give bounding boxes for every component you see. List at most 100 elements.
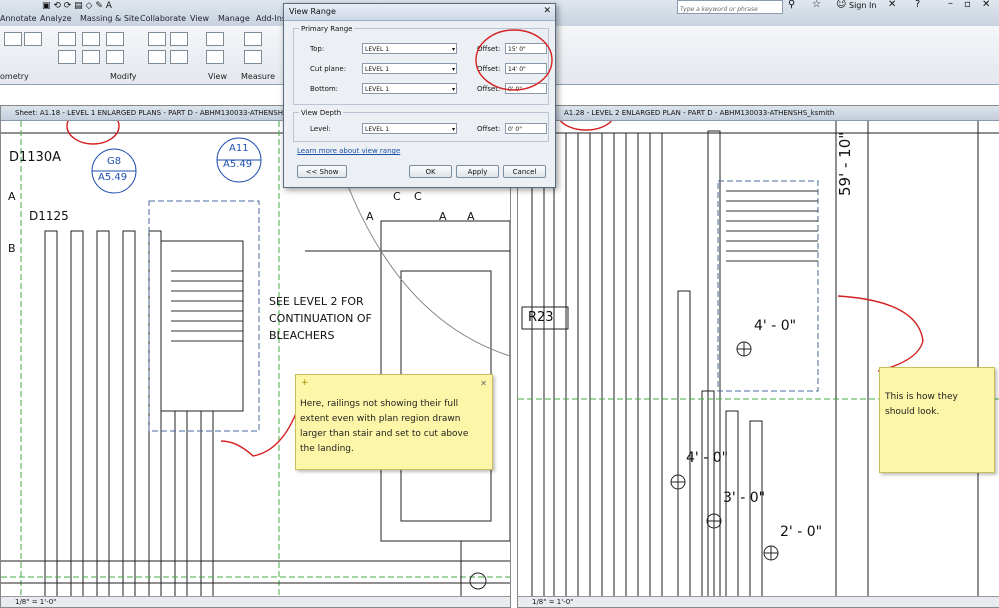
mid-tag-3: C (414, 190, 422, 203)
note-right-text: This is how they should look. (885, 392, 958, 417)
ribbon-tool-9[interactable] (148, 32, 166, 46)
dim-4: 2' - 0" (780, 524, 823, 540)
dialog-close-icon[interactable]: ✕ (543, 6, 551, 16)
tag-g8-top: G8 (107, 156, 122, 167)
cut-plane-select-value: LEVEL 1 (365, 66, 390, 73)
menu-collaborate[interactable]: Collaborate (140, 14, 186, 23)
tag-d1130a: D1130A (9, 150, 61, 165)
right-view-title: A1.28 - LEVEL 2 ENLARGED PLAN - PART D -… (518, 106, 999, 121)
ribbon-tool-2[interactable] (24, 32, 42, 46)
level-offset-field[interactable]: 0' 0" (505, 123, 547, 134)
primary-range-label: Primary Range (299, 25, 355, 33)
window-restore-icon[interactable]: ▫ (964, 0, 971, 10)
ribbon-tool-15[interactable] (244, 32, 262, 46)
bottom-select[interactable]: LEVEL 1 ▾ (362, 83, 457, 94)
cut-plane-select[interactable]: LEVEL 1 ▾ (362, 63, 457, 74)
note-left-plus-icon[interactable]: + (301, 376, 309, 391)
view-range-dialog: View Range ✕ Primary Range Top: LEVEL 1 ▾… (283, 3, 556, 188)
ribbon-tool-14[interactable] (206, 50, 224, 64)
offset-circle-annotation (475, 29, 553, 91)
search-placeholder: Type a keyword or phrase (680, 6, 758, 13)
left-view-control-bar: 1/8" = 1'-0" (1, 596, 510, 607)
note-right[interactable]: This is how they should look. (879, 367, 995, 473)
note-left-text: Here, railings not showing their full ex… (300, 399, 469, 454)
tag-g8-bottom: A5.49 (98, 172, 128, 183)
top-select-value: LEVEL 1 (365, 46, 390, 53)
ribbon-tool-7[interactable] (82, 50, 100, 64)
level-select-value: LEVEL 1 (365, 126, 390, 133)
see-note-line-3: BLEACHERS (269, 329, 335, 342)
see-level-2-note: SEE LEVEL 2 FOR CONTINUATION OF BLEACHER… (269, 293, 372, 344)
learn-more-link[interactable]: Learn more about view range (297, 147, 400, 155)
ribbon-tool-8[interactable] (106, 50, 124, 64)
ribbon-tool-4[interactable] (82, 32, 100, 46)
panel-measure-label: Measure (241, 72, 275, 81)
menu-view[interactable]: View (190, 14, 209, 23)
tag-a11-bottom: A5.49 (223, 159, 253, 170)
level-select[interactable]: LEVEL 1 ▾ (362, 123, 457, 134)
mid-tag-2: C (393, 190, 401, 203)
cancel-button[interactable]: Cancel (503, 165, 546, 178)
help-icon[interactable]: ? (915, 0, 920, 10)
dialog-title: View Range (284, 4, 555, 21)
grid-tag-b: B (8, 242, 16, 255)
ribbon-tool-3[interactable] (58, 32, 76, 46)
menu-analyze[interactable]: Analyze (40, 14, 72, 23)
star-icon[interactable]: ☆ (812, 0, 821, 10)
level-offset-label: Offset: (477, 125, 501, 133)
ribbon-tool-1[interactable] (4, 32, 22, 46)
bottom-select-value: LEVEL 1 (365, 86, 390, 93)
ribbon-tool-13[interactable] (206, 32, 224, 46)
tag-d1125: D1125 (29, 209, 69, 223)
user-icon: ☺ (836, 0, 847, 10)
ribbon-tool-12[interactable] (170, 50, 188, 64)
menu-massing-site[interactable]: Massing & Site (80, 14, 139, 23)
tag-a11-top: A11 (229, 143, 249, 154)
left-view-drawing[interactable] (1, 121, 510, 597)
mid-tag-1: A (366, 210, 374, 223)
see-note-line-1: SEE LEVEL 2 FOR (269, 295, 364, 308)
right-view-control-bar: 1/8" = 1'-0" (518, 596, 999, 607)
panel-modify-label: Modify (110, 72, 137, 81)
mid-tag-4: A (439, 210, 447, 223)
sign-in-link[interactable]: Sign In (849, 1, 876, 10)
right-view-scale[interactable]: 1/8" = 1'-0" (532, 598, 573, 606)
search-input[interactable]: Type a keyword or phrase (677, 0, 783, 14)
view-depth-label: View Depth (299, 109, 344, 117)
window-close-icon[interactable]: ✕ (982, 0, 990, 10)
quick-access-icons[interactable]: ▣ ⟲ ⟳ ▤ ◇ ✎ Α (42, 1, 112, 11)
room-tag-r23: R23 (528, 310, 554, 325)
ribbon-tool-6[interactable] (58, 50, 76, 64)
window-minimize-icon[interactable]: – (948, 0, 953, 9)
level-offset-value: 0' 0" (508, 126, 522, 133)
menu-annotate[interactable]: Annotate (0, 14, 37, 23)
close-icon[interactable]: ✕ (888, 0, 896, 10)
ok-button[interactable]: OK (409, 165, 452, 178)
level-label: Level: (310, 125, 331, 133)
chevron-down-icon: ▾ (451, 126, 455, 133)
ribbon-tool-10[interactable] (170, 32, 188, 46)
apply-button[interactable]: Apply (456, 165, 499, 178)
show-button[interactable]: << Show (297, 165, 347, 178)
menu-manage[interactable]: Manage (218, 14, 250, 23)
search-icon[interactable]: ⚲ (788, 0, 795, 10)
menu-add-ins[interactable]: Add-Ins (256, 14, 286, 23)
mid-tag-5: A (467, 210, 475, 223)
cut-plane-label: Cut plane: (310, 65, 347, 73)
dim-2: 4' - 0" (686, 450, 729, 466)
dim-3: 3' - 0" (723, 490, 766, 506)
bottom-label: Bottom: (310, 85, 339, 93)
left-view-scale[interactable]: 1/8" = 1'-0" (15, 598, 56, 606)
top-select[interactable]: LEVEL 1 ▾ (362, 43, 457, 54)
dim-1: 4' - 0" (754, 318, 797, 334)
right-bleacher-columns (531, 132, 763, 597)
right-view-window[interactable]: A1.28 - LEVEL 2 ENLARGED PLAN - PART D -… (517, 105, 999, 608)
ribbon-tool-16[interactable] (244, 50, 262, 64)
ribbon-tool-5[interactable] (106, 32, 124, 46)
ribbon-tool-11[interactable] (148, 50, 166, 64)
dim-5-vertical: 59' - 10" (836, 131, 854, 196)
note-left[interactable]: + ✕ Here, railings not showing their ful… (295, 374, 493, 470)
grid-tag-a: A (8, 190, 16, 203)
note-left-close-icon[interactable]: ✕ (480, 376, 487, 391)
right-view-drawing[interactable] (518, 121, 999, 597)
